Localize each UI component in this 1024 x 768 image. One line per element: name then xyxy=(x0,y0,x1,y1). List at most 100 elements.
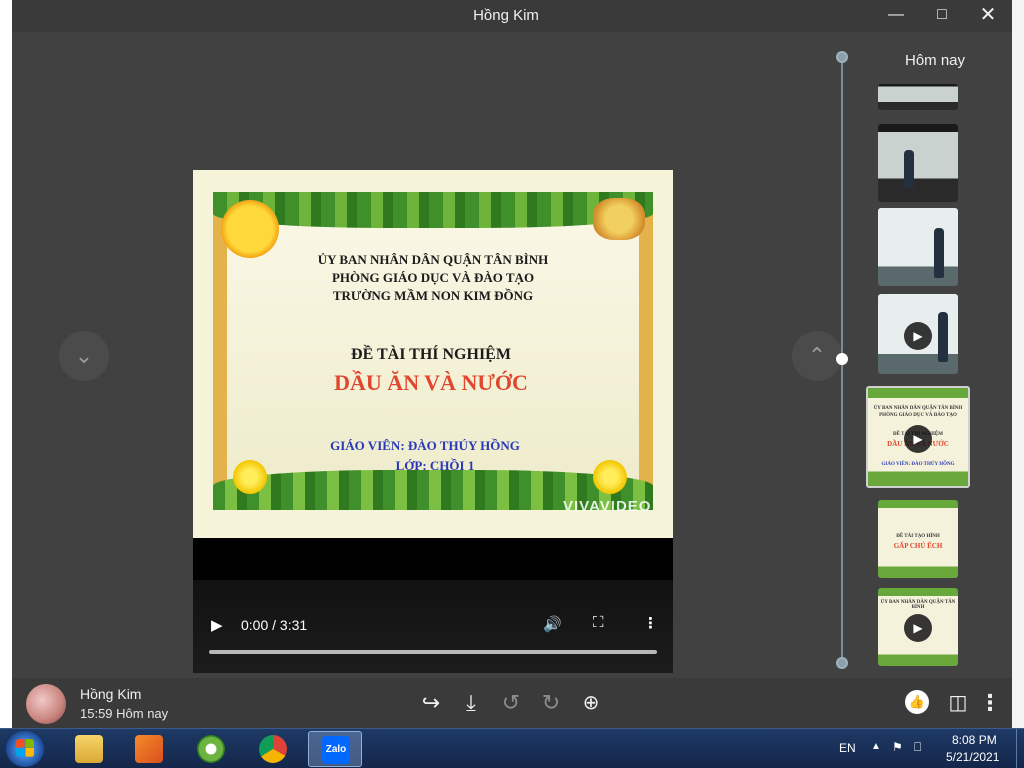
fullscreen-icon: ⛶ xyxy=(593,614,604,631)
start-button[interactable] xyxy=(6,731,44,767)
zoom-in-icon: ⊕ xyxy=(582,692,600,714)
previous-up-button[interactable]: ⌃ xyxy=(792,331,842,381)
leaf-border-top xyxy=(213,192,653,228)
thumbnail-image xyxy=(878,124,958,202)
rotate-left-button[interactable]: ↺ xyxy=(495,688,527,718)
taskbar-zalo[interactable]: Zalo xyxy=(308,731,362,767)
media-player-icon xyxy=(135,735,163,763)
thumbnail-1[interactable] xyxy=(878,84,958,110)
coccoc-browser-icon xyxy=(197,735,225,763)
video-controls: ▶ 0:00 / 3:31 🔊 ⛶ ⋮ xyxy=(193,580,673,673)
play-icon: ▶ xyxy=(904,322,932,350)
network-icon[interactable]: ⎕ xyxy=(914,740,921,755)
thumbnail-text: GẤP CHÚ ẾCH xyxy=(893,542,943,550)
fullscreen-button[interactable]: ⛶ xyxy=(593,614,604,631)
sent-time: 15:59 Hôm nay xyxy=(80,706,169,721)
person-figure xyxy=(938,312,948,362)
thumbnail-7[interactable]: ỦY BAN NHÂN DÂN QUẬN TÂN BÌNH ▶ xyxy=(878,588,958,666)
thumbnail-5-selected[interactable]: ỦY BAN NHÂN DÂN QUẬN TÂN BÌNH PHÒNG GIÁO… xyxy=(866,386,970,488)
close-button[interactable]: ✕ xyxy=(965,0,1011,32)
play-icon: ▶ xyxy=(904,614,932,642)
window-title: Hồng Kim xyxy=(473,7,539,24)
chrome-icon xyxy=(259,735,287,763)
chevron-down-icon: ⌄ xyxy=(74,343,94,368)
language-indicator[interactable]: EN xyxy=(839,741,856,755)
slide-line-1: ỦY BAN NHÂN DÂN QUẬN TÂN BÌNH xyxy=(317,252,549,267)
play-icon: ▶ xyxy=(211,617,223,634)
next-down-button[interactable]: ⌄ xyxy=(59,331,109,381)
slide-teacher: GIÁO VIÊN: ĐÀO THÚY HỒNG xyxy=(330,438,520,453)
download-button[interactable]: ⤓ xyxy=(455,688,487,718)
thumbnail-text: ỦY BAN NHÂN DÂN QUẬN TÂN BÌNH xyxy=(880,600,956,610)
rotate-left-icon: ↺ xyxy=(501,690,521,715)
video-progress-bar[interactable] xyxy=(209,650,657,654)
thumbnail-6[interactable]: ĐỀ TÀI TẠO HÌNH GẤP CHÚ ẾCH xyxy=(878,500,958,578)
download-icon: ⤓ xyxy=(466,690,476,715)
slide-line-3: TRƯỜNG MẦM NON KIM ĐỒNG xyxy=(332,288,534,303)
speaker-icon: 🔊 xyxy=(543,616,562,633)
avatar[interactable] xyxy=(26,684,66,724)
show-hidden-icons-button[interactable]: ▲ xyxy=(871,741,881,752)
timeline-current-dot[interactable] xyxy=(836,353,848,365)
zalo-icon: Zalo xyxy=(322,736,350,764)
video-player[interactable]: ỦY BAN NHÂN DÂN QUẬN TÂN BÌNH PHÒNG GIÁO… xyxy=(193,170,673,673)
timeline-start-dot[interactable] xyxy=(836,51,848,63)
time-display: 0:00 / 3:31 xyxy=(241,617,308,633)
action-center-flag-icon[interactable]: ⚑ xyxy=(892,740,903,754)
sun-illustration xyxy=(221,200,279,258)
play-button[interactable]: ▶ xyxy=(211,616,223,634)
like-button[interactable]: 👍 xyxy=(905,690,929,714)
forward-arrow-icon: ↪ xyxy=(421,690,441,715)
thumbnail-image xyxy=(878,84,958,110)
thumbnail-4[interactable]: ▶ xyxy=(878,294,958,374)
thumbnail-2[interactable] xyxy=(878,124,958,202)
thumbs-up-icon: 👍 xyxy=(908,694,926,709)
thumbnail-text: GIÁO VIÊN: ĐÀO THÚY HỒNG xyxy=(881,462,955,467)
thumbnail-text: PHÒNG GIÁO DỤC VÀ ĐÀO TẠO xyxy=(879,413,957,418)
volume-button[interactable]: 🔊 xyxy=(543,615,562,633)
butterfly-illustration xyxy=(593,198,645,240)
media-footer-bar: Hồng Kim 15:59 Hôm nay ↪ ⤓ ↺ ↻ ⊕ 👍 ◫ ⋮ xyxy=(12,678,1012,728)
thumbnail-text: ỦY BAN NHÂN DÂN QUẬN TÂN BÌNH xyxy=(873,406,963,411)
zoom-in-button[interactable]: ⊕ xyxy=(575,688,607,718)
thumbnail-text: ĐỀ TÀI TẠO HÌNH xyxy=(896,534,940,539)
rotate-right-icon: ↻ xyxy=(541,690,561,715)
more-options-button[interactable]: ⋮ xyxy=(643,614,658,632)
taskbar-coc-coc[interactable] xyxy=(184,731,238,767)
maximize-button[interactable]: □ xyxy=(919,0,965,32)
show-desktop-button[interactable] xyxy=(1016,729,1024,768)
clock-time[interactable]: 8:08 PM xyxy=(952,733,997,747)
timeline-header: Hôm nay xyxy=(905,52,966,69)
video-frame: ỦY BAN NHÂN DÂN QUẬN TÂN BÌNH PHÒNG GIÁO… xyxy=(193,170,673,538)
slide-line-2: PHÒNG GIÁO DỤC VÀ ĐÀO TẠO xyxy=(331,270,535,285)
folder-icon xyxy=(75,735,103,763)
windows-taskbar: Zalo EN ▲ ⚑ ⎕ 8:08 PM 5/21/2021 xyxy=(0,728,1024,768)
windows-logo-icon xyxy=(16,739,34,757)
background-window-edge xyxy=(0,0,12,728)
media-viewer-window: Hồng Kim — □ ✕ ⌄ ⌃ ỦY BAN NHÂN DÂN QUẬN … xyxy=(12,0,1012,728)
share-button[interactable]: ↪ xyxy=(415,688,447,718)
chevron-up-icon: ⌃ xyxy=(807,343,827,368)
taskbar-chrome[interactable] xyxy=(246,731,300,767)
person-figure xyxy=(904,150,914,188)
timeline-end-dot[interactable] xyxy=(836,657,848,669)
taskbar-media-player[interactable] xyxy=(122,731,176,767)
thumbnail-image: ĐỀ TÀI TẠO HÌNH GẤP CHÚ ẾCH xyxy=(878,500,958,578)
layout-toggle-button[interactable]: ◫ xyxy=(942,688,974,718)
play-icon: ▶ xyxy=(904,425,932,453)
person-figure xyxy=(934,228,944,278)
thumbnail-3[interactable] xyxy=(878,208,958,286)
slide-class: LỚP: CHỒI 1 xyxy=(395,458,475,473)
background-window-edge xyxy=(1012,0,1024,728)
minimize-button[interactable]: — xyxy=(873,0,919,32)
taskbar-explorer[interactable] xyxy=(62,731,116,767)
thumbnail-image xyxy=(878,208,958,286)
sender-name: Hồng Kim xyxy=(80,686,142,702)
split-layout-icon: ◫ xyxy=(948,692,968,714)
clock-date[interactable]: 5/21/2021 xyxy=(946,750,999,764)
vertical-dots-icon: ⋮ xyxy=(643,615,658,632)
slide-name: DẦU ĂN VÀ NƯỚC xyxy=(334,370,528,395)
vertical-dots-icon: ⋮ xyxy=(979,690,1001,715)
rotate-right-button[interactable]: ↻ xyxy=(535,688,567,718)
more-menu-button[interactable]: ⋮ xyxy=(974,688,1006,718)
